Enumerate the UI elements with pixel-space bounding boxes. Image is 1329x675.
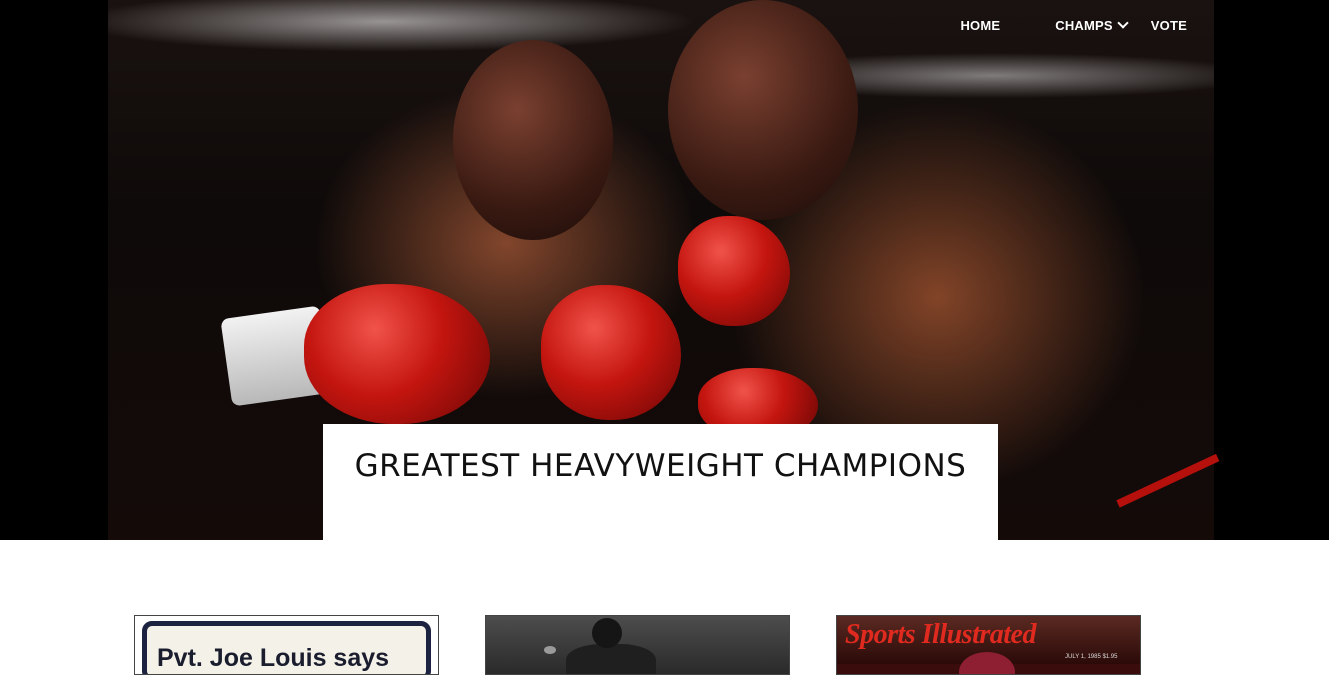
nav-home-link[interactable]: HOME [960, 18, 1000, 33]
magazine-issue-line: JULY 1, 1985 $1.95 [1065, 654, 1118, 660]
glove-right-1 [678, 216, 790, 326]
boxer-head [592, 618, 622, 648]
champ-card-3[interactable]: Sports Illustrated JULY 1, 1985 $1.95 [836, 615, 1141, 675]
glove-left-1 [304, 284, 490, 424]
nav-champs-dropdown[interactable]: CHAMPS [1055, 17, 1129, 33]
left-boxer-head [453, 40, 613, 240]
glove-center [541, 285, 681, 420]
nav-vote-link[interactable]: VOTE [1151, 18, 1187, 33]
champ-card-1[interactable]: Pvt. Joe Louis says [134, 615, 439, 675]
photo-highlight [544, 646, 556, 654]
chevron-down-icon [1117, 17, 1129, 29]
magazine-masthead: Sports Illustrated [845, 619, 1036, 650]
ring-rope [1116, 453, 1220, 508]
page-title: GREATEST HEAVYWEIGHT CHAMPIONS [354, 448, 967, 484]
main-nav: HOME CHAMPS VOTE [960, 16, 1187, 34]
champ-card-2[interactable] [485, 615, 790, 675]
boxer-photo [566, 644, 656, 674]
hero-section: HOME CHAMPS VOTE GREATEST HEAVYWEIGHT CH… [0, 0, 1329, 540]
hero-title-box: GREATEST HEAVYWEIGHT CHAMPIONS [323, 424, 998, 540]
nav-champs-label: CHAMPS [1055, 17, 1113, 33]
poster-text: Pvt. Joe Louis says [157, 644, 390, 672]
right-boxer-head [668, 0, 858, 220]
